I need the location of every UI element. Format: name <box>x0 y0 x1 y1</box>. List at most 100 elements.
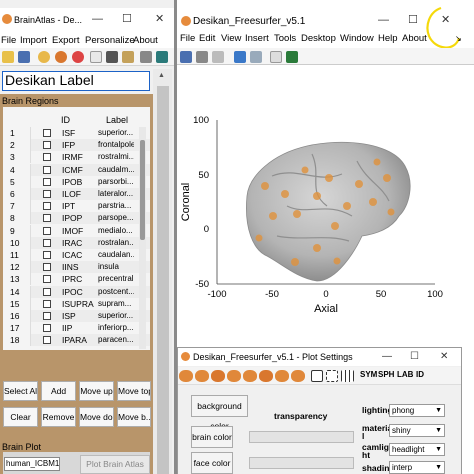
open-folder-icon[interactable] <box>2 51 14 63</box>
minimize-icon[interactable]: — <box>382 351 392 362</box>
brain-color-button[interactable]: brain color <box>191 426 233 448</box>
face-color-button[interactable]: face color <box>191 452 233 474</box>
table-row[interactable]: 1 ISF superior... <box>3 127 150 139</box>
brain-lateral-icon[interactable] <box>179 370 193 382</box>
row-checkbox[interactable] <box>43 238 51 247</box>
settings-icon[interactable] <box>140 51 152 63</box>
move-up-button[interactable]: Move up <box>79 381 114 401</box>
column-header-label[interactable]: Label <box>106 114 128 126</box>
dock-arrow-icon[interactable]: ↘ <box>455 32 462 46</box>
minimize-icon[interactable]: — <box>378 15 389 26</box>
pointer-icon[interactable] <box>270 51 282 63</box>
table-row[interactable]: 13 IPRC precentral <box>3 273 150 286</box>
row-checkbox[interactable] <box>43 214 51 223</box>
table-row[interactable]: 5 IPOB parsorbi... <box>3 175 150 188</box>
menu-export[interactable]: Export <box>52 34 79 48</box>
menu-import[interactable]: Import <box>20 34 47 48</box>
row-checkbox[interactable] <box>43 165 51 174</box>
column-header-id[interactable]: ID <box>61 114 70 126</box>
row-checkbox[interactable] <box>43 287 51 296</box>
brain-posterior-icon[interactable] <box>227 370 241 382</box>
plot-axes-icon[interactable] <box>311 370 323 382</box>
menu-window[interactable]: Window <box>340 32 374 46</box>
panel-icon[interactable] <box>234 51 246 63</box>
figure-icon[interactable] <box>250 51 262 63</box>
row-checkbox[interactable] <box>43 251 51 259</box>
table-row[interactable]: 18 IPARA paracen... <box>3 334 150 347</box>
print-icon[interactable] <box>122 51 134 63</box>
row-checkbox[interactable] <box>43 226 51 235</box>
brain-left-icon[interactable] <box>291 370 305 382</box>
close-icon[interactable]: ✕ <box>155 14 164 25</box>
menu-about[interactable]: About <box>402 32 427 46</box>
sph-button[interactable]: SPH <box>378 370 394 379</box>
grid-icon[interactable] <box>341 370 354 382</box>
clear-button[interactable]: Clear <box>3 407 38 427</box>
id-button[interactable]: ID <box>416 370 424 379</box>
remove-button[interactable]: Remove <box>41 407 76 427</box>
table-row[interactable]: 11 ICAC caudalan... <box>3 249 150 261</box>
background-color-button[interactable]: background color <box>191 395 248 431</box>
menu-desktop[interactable]: Desktop <box>301 32 336 46</box>
maximize-icon[interactable]: ☐ <box>410 351 419 362</box>
table-row[interactable]: 6 ILOF lateralor... <box>3 188 150 200</box>
row-checkbox[interactable] <box>43 336 51 345</box>
maximize-icon[interactable]: ☐ <box>408 15 418 26</box>
save-icon[interactable] <box>180 51 192 63</box>
plot-area[interactable]: 100 50 0 -50 -100 -50 0 50 100 Axial Cor… <box>177 66 474 344</box>
gear-icon[interactable] <box>106 51 118 63</box>
window-scrollbar-thumb[interactable] <box>157 86 169 474</box>
row-checkbox[interactable] <box>43 263 51 272</box>
brush-icon[interactable] <box>286 51 298 63</box>
menu-file[interactable]: File <box>180 32 195 46</box>
menu-tools[interactable]: Tools <box>274 32 296 46</box>
lighting-select[interactable]: phong ▼ <box>389 404 445 417</box>
brain-both-icon[interactable] <box>275 370 289 382</box>
row-checkbox[interactable] <box>43 299 51 308</box>
row-checkbox[interactable] <box>43 202 51 211</box>
sym-button[interactable]: SYM <box>360 370 377 379</box>
table-row[interactable]: 7 IPT parstria... <box>3 200 150 213</box>
menu-about[interactable]: About <box>133 34 158 48</box>
menu-edit[interactable]: Edit <box>199 32 215 46</box>
table-row[interactable]: 14 IPOC postcent... <box>3 285 150 298</box>
row-checkbox[interactable] <box>43 275 51 284</box>
move-down-button[interactable]: Move do... <box>79 407 114 427</box>
table-row[interactable]: 8 IPOP parsope... <box>3 212 150 225</box>
menu-personalize[interactable]: Personalize <box>85 34 135 48</box>
globe-icon[interactable] <box>38 51 50 63</box>
menu-help[interactable]: Help <box>378 32 398 46</box>
face-transparency-slider[interactable] <box>249 457 354 469</box>
table-row[interactable]: 3 IRMF rostralmi... <box>3 151 150 164</box>
plot-brain-atlas-button[interactable]: Plot Brain Atlas <box>80 455 150 474</box>
table-scrollbar-thumb[interactable] <box>140 140 145 240</box>
brain-transparency-slider[interactable] <box>249 431 354 443</box>
brain-plot[interactable]: 100 50 0 -50 -100 -50 0 50 100 Axial Cor… <box>177 66 474 344</box>
material-select[interactable]: shiny ▼ <box>389 424 445 437</box>
move-top-button[interactable]: Move top <box>117 381 151 401</box>
table-row[interactable]: 2 IFP frontalpole <box>3 139 150 152</box>
copy-icon[interactable] <box>212 51 224 63</box>
shading-select[interactable]: interp ▼ <box>389 461 445 474</box>
table-row[interactable]: 9 IMOF medialo... <box>3 224 150 237</box>
menu-file[interactable]: File <box>1 34 16 48</box>
brain-anterior-icon[interactable] <box>211 370 225 382</box>
window-icon[interactable] <box>90 51 102 63</box>
camlight-select[interactable]: headlight ▼ <box>389 443 445 456</box>
row-checkbox[interactable] <box>43 129 51 137</box>
row-checkbox[interactable] <box>43 324 51 333</box>
row-checkbox[interactable] <box>43 153 51 162</box>
brain-superior-icon[interactable] <box>243 370 257 382</box>
maximize-icon[interactable]: ☐ <box>122 14 132 25</box>
table-row[interactable]: 12 IINS insula <box>3 261 150 274</box>
table-row[interactable]: 15 ISUPRA supram... <box>3 297 150 310</box>
add-button[interactable]: Add <box>41 381 76 401</box>
no-entry-icon[interactable] <box>72 51 84 63</box>
axis-toggle-icon[interactable] <box>326 370 338 382</box>
save-icon[interactable] <box>18 51 30 63</box>
close-icon[interactable]: ✕ <box>440 351 448 362</box>
brain-medial-icon[interactable] <box>195 370 209 382</box>
atlas-name-field[interactable]: Desikan Label <box>2 71 150 91</box>
select-all-button[interactable]: Select All <box>3 381 38 401</box>
lab-button[interactable]: LAB <box>397 370 413 379</box>
